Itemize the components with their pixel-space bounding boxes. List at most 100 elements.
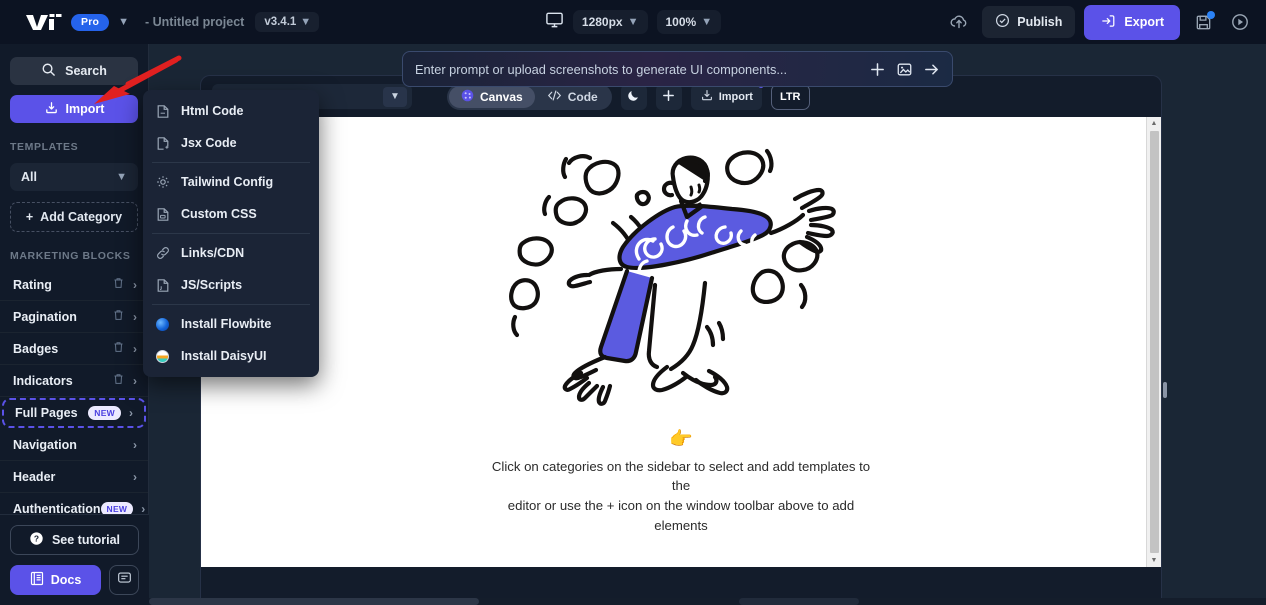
ai-prompt-bar[interactable] [402,51,953,87]
menu-item-custom-css[interactable]: Custom CSS [143,198,319,230]
chevron-right-icon: › [133,437,137,452]
search-button[interactable]: Search [10,57,138,85]
window-import-button[interactable]: Import [690,81,764,110]
scroll-up-arrow-icon[interactable]: ▲ [1151,117,1158,130]
add-element-button[interactable] [655,83,682,110]
notification-dot [1207,11,1215,19]
cloud-upload-icon[interactable] [945,8,973,36]
sidebar-item-label: Rating [13,277,52,292]
canvas-vertical-scrollbar[interactable]: ▲ ▼ [1146,117,1161,567]
app-logo-group[interactable]: Pro ▼ [26,13,129,31]
tab-code-label: Code [567,89,598,104]
menu-item-install-flowbite[interactable]: Install Flowbite [143,308,319,340]
save-icon[interactable] [1189,8,1217,36]
check-circle-icon [995,13,1010,31]
new-badge: NEW [88,406,121,420]
canvas-empty-message: Click on categories on the sidebar to se… [481,457,881,535]
sidebar-item-header[interactable]: Header › [0,461,148,493]
trash-icon[interactable] [113,341,124,356]
question-circle-icon: ? [29,531,44,549]
tab-code[interactable]: Code [535,86,610,108]
menu-item-html-code[interactable]: Html Code [143,95,319,127]
sidebar-item-badges[interactable]: Badges › [0,333,148,365]
import-button[interactable]: Import [10,95,138,123]
menu-item-install-daisyui[interactable]: Install DaisyUI [143,340,319,372]
text-direction-button[interactable]: LTR [770,83,810,110]
sidebar-item-indicators[interactable]: Indicators › [0,365,148,397]
chevron-down-icon: ▼ [300,15,312,28]
vi-logo-icon[interactable] [26,13,62,31]
chevron-right-icon: › [133,373,137,388]
docs-button[interactable]: Docs [10,565,101,595]
editor-window: Index ▼ Canvas [200,75,1162,605]
canvas-resize-handle[interactable] [1163,382,1167,398]
menu-item-label: Install Flowbite [181,317,272,331]
pro-badge: Pro [71,13,110,31]
play-circle-icon[interactable] [1226,8,1254,36]
sidebar-item-rating[interactable]: Rating › [0,269,148,301]
main-horizontal-scrollbar[interactable] [149,598,1266,605]
scrollbar-thumb[interactable] [1149,131,1159,553]
see-tutorial-label: See tutorial [51,533,121,547]
file-js-icon [155,278,170,293]
theme-toggle-button[interactable] [620,83,647,110]
top-bar-actions: Publish Export [945,0,1254,44]
tab-canvas-label: Canvas [480,89,523,104]
viewport-width-select[interactable]: 1280px ▼ [572,10,648,34]
trash-icon[interactable] [113,309,124,324]
search-label: Search [65,64,107,78]
add-category-button[interactable]: + Add Category [10,202,138,232]
menu-separator [152,162,310,163]
see-tutorial-button[interactable]: ? See tutorial [10,525,139,555]
scrollbar-thumb[interactable] [149,598,479,605]
sidebar-item-pagination[interactable]: Pagination › [0,301,148,333]
menu-item-links-cdn[interactable]: Links/CDN [143,237,319,269]
sidebar-item-label: Header [13,469,56,484]
viewport-width-value: 1280px [581,15,623,29]
chevron-down-icon: ▼ [116,170,127,183]
sidebar-footer-row: Docs [10,565,139,595]
tab-canvas[interactable]: Canvas [449,85,535,108]
sidebar-item-navigation[interactable]: Navigation › [0,429,148,461]
publish-button[interactable]: Publish [982,6,1076,38]
scrollbar-track-segment[interactable] [739,598,859,605]
templates-filter-select[interactable]: All ▼ [10,163,138,191]
top-bar: Pro ▼ - Untitled project v3.4.1 ▼ 1280px… [0,0,1266,44]
image-icon[interactable] [896,61,913,78]
export-button[interactable]: Export [1084,4,1180,40]
menu-item-tailwind-config[interactable]: Tailwind Config [143,166,319,198]
download-icon [44,100,59,118]
sidebar-footer: ? See tutorial Docs [0,514,149,605]
file-css-icon [155,207,170,222]
window-import-label: Import [718,90,753,103]
daisyui-logo-icon [155,349,170,363]
chevron-down-icon: ▼ [701,15,713,28]
chevron-down-icon[interactable]: ▼ [118,16,129,28]
book-icon [30,571,44,589]
plus-icon[interactable] [869,61,886,78]
publish-label: Publish [1017,15,1063,29]
monitor-icon[interactable] [545,10,564,34]
prompt-input[interactable] [415,61,859,77]
menu-item-js-scripts[interactable]: JS/Scripts [143,269,319,301]
file-jsx-icon [155,136,170,151]
chevron-right-icon: › [133,469,137,484]
project-title[interactable]: - Untitled project [145,15,244,29]
canvas-empty-state: 👉 Click on categories on the sidebar to … [201,117,1161,567]
zoom-level-value: 100% [665,15,697,29]
version-selector[interactable]: v3.4.1 ▼ [255,12,320,32]
menu-item-jsx-code[interactable]: Jsx Code [143,127,319,159]
scroll-down-arrow-icon[interactable]: ▼ [1151,554,1158,567]
pointing-hand-emoji: 👉 [669,428,693,450]
menu-item-label: JS/Scripts [181,278,243,292]
send-arrow-icon[interactable] [923,61,940,78]
chat-button[interactable] [109,565,139,595]
trash-icon[interactable] [113,373,124,388]
trash-icon[interactable] [113,277,124,292]
zoom-level-select[interactable]: 100% ▼ [656,10,722,34]
design-canvas[interactable]: 👉 Click on categories on the sidebar to … [201,117,1161,567]
code-brackets-icon [547,89,562,105]
svg-text:?: ? [34,534,39,544]
sidebar-item-full-pages[interactable]: Full Pages NEW › [2,398,146,428]
sidebar: Search Import TEMPLATES All ▼ + Add Cate… [0,44,149,605]
